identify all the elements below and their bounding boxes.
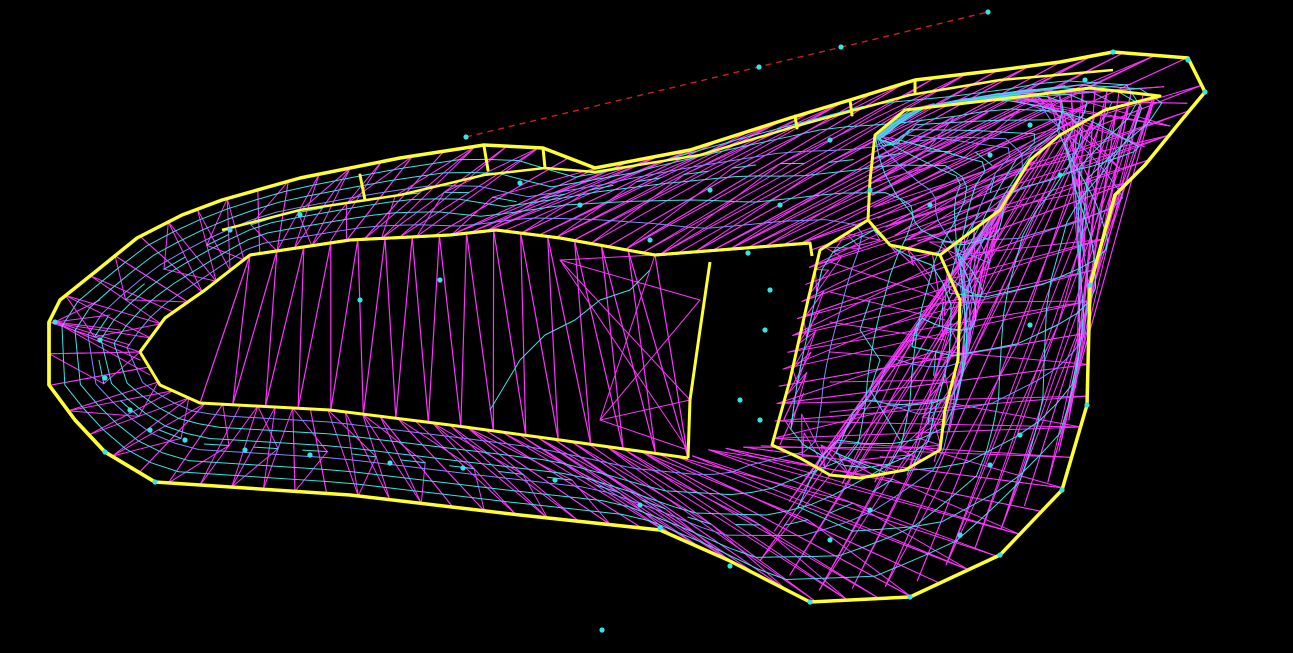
cad-drawing-canvas[interactable] [0,0,1293,653]
survey-point[interactable] [927,202,933,208]
survey-point[interactable] [1185,57,1191,63]
survey-point[interactable] [1082,77,1088,83]
survey-point[interactable] [577,202,583,208]
survey-point[interactable] [867,187,873,193]
survey-point[interactable] [987,462,993,468]
survey-point[interactable] [757,417,763,423]
survey-point[interactable] [827,537,833,543]
survey-point[interactable] [985,9,991,15]
survey-point[interactable] [147,427,153,433]
survey-point[interactable] [463,134,469,140]
survey-point[interactable] [102,449,108,455]
survey-point[interactable] [957,532,963,538]
survey-point[interactable] [97,337,103,343]
survey-point[interactable] [657,525,663,531]
survey-point[interactable] [437,277,443,283]
survey-point[interactable] [907,594,913,600]
survey-point[interactable] [727,563,733,569]
survey-point[interactable] [552,477,558,483]
survey-point[interactable] [227,227,233,233]
survey-point[interactable] [307,452,313,458]
survey-point[interactable] [1202,89,1208,95]
top-breakline [848,98,854,117]
survey-point[interactable] [297,212,303,218]
survey-point[interactable] [756,64,762,70]
survey-point[interactable] [357,297,363,303]
survey-point[interactable] [127,407,133,413]
survey-point[interactable] [762,327,768,333]
survey-point[interactable] [52,319,58,325]
survey-point[interactable] [807,599,813,605]
survey-point[interactable] [1084,402,1090,408]
survey-point[interactable] [599,627,605,633]
survey-point[interactable] [745,250,751,256]
survey-point[interactable] [1027,322,1033,328]
survey-point[interactable] [182,437,188,443]
survey-point[interactable] [707,187,713,193]
survey-point[interactable] [152,479,158,485]
survey-point[interactable] [1057,172,1063,178]
survey-point[interactable] [767,287,773,293]
survey-point[interactable] [242,447,248,453]
survey-point[interactable] [647,237,653,243]
survey-point[interactable] [997,552,1003,558]
survey-point[interactable] [827,137,833,143]
survey-point[interactable] [1110,49,1116,55]
survey-point[interactable] [1087,282,1093,288]
survey-point[interactable] [460,465,466,471]
survey-point[interactable] [987,152,993,158]
survey-point[interactable] [1027,122,1033,128]
survey-point[interactable] [102,375,108,381]
survey-point[interactable] [1059,487,1065,493]
top-breakline [541,146,547,170]
survey-point[interactable] [867,507,873,513]
survey-point[interactable] [1017,432,1023,438]
survey-point[interactable] [838,44,844,50]
left-band-contour-seg [926,150,952,153]
survey-point[interactable] [777,202,783,208]
survey-point[interactable] [737,397,743,403]
survey-point[interactable] [517,180,523,186]
survey-point[interactable] [637,502,643,508]
right-hole-band-tri-edge [801,413,803,457]
survey-point[interactable] [387,460,393,466]
